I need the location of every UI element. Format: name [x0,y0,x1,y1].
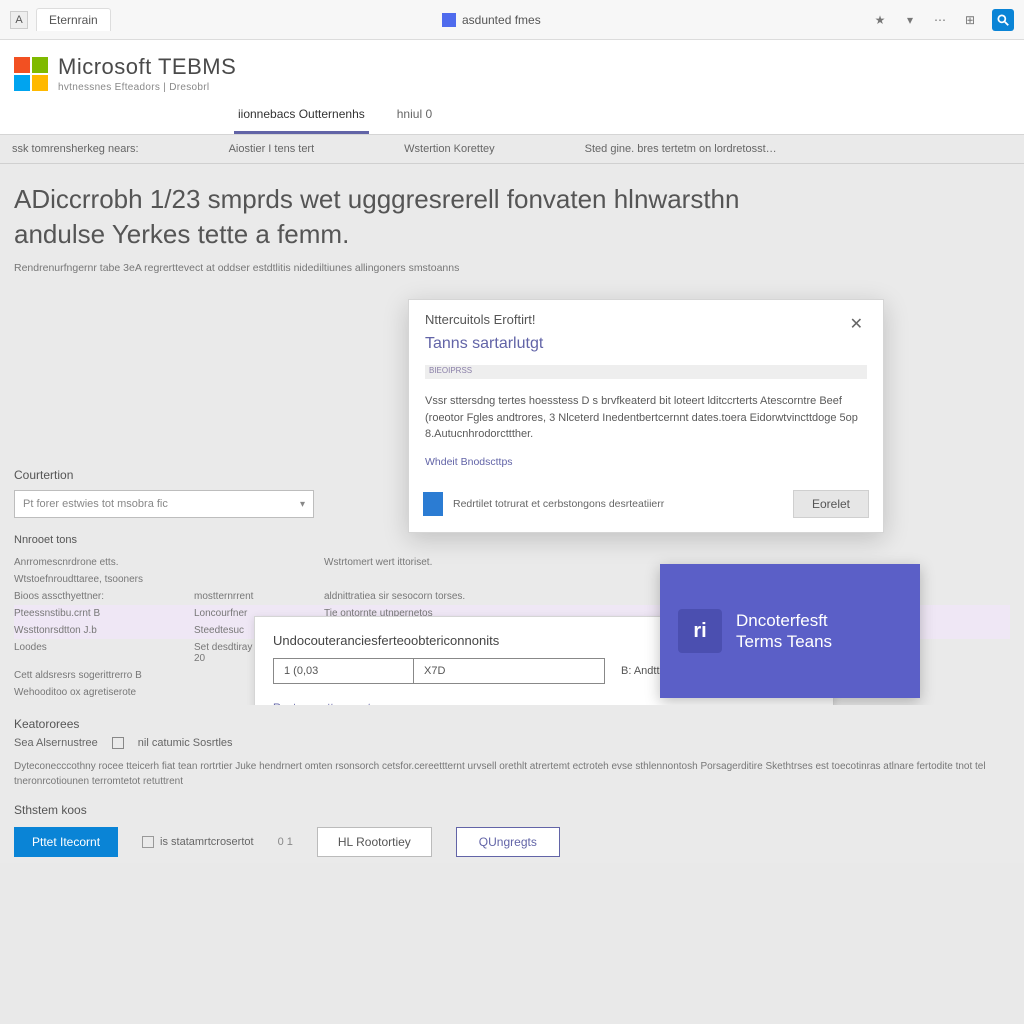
reference-link[interactable]: Sea Alsernustree [14,737,98,749]
list-heading: Nnrooet tons [14,534,1010,546]
chevron-down-icon[interactable]: ▾ [902,12,918,28]
hero-title: ADiccrrobh 1/23 smprds wet ugggresrerell… [14,182,1010,252]
search-button[interactable] [992,9,1014,31]
hero-title-line2: andulse Yerkes tette a femm. [14,219,349,249]
grid-icon[interactable]: ⊞ [962,12,978,28]
references-label: Keatororees [14,717,1010,731]
combo-value-2: X7D [414,659,604,683]
app-badge: A [10,11,28,29]
secondary-button[interactable]: HL Rootortiey [317,827,432,857]
category-select[interactable]: Pt forer estwies tot msobra fic ▾ [14,490,314,518]
modal-dialog: Nttercuitols Eroftirt! Tanns sartarlutgt… [408,299,884,533]
primary-button[interactable]: Pttet Itecornt [14,827,118,857]
browser-toolbar: A Eternrain asdunted fmes ★ ▾ ⋯ ⊞ [0,0,1024,40]
footer-paragraph: Dyteconecccothny rocee tteicerh fiat tea… [14,759,1010,789]
microsoft-logo-icon [14,57,48,91]
page-indicator: 0 1 [278,836,293,848]
page-header: Microsoft TEBMS hvtnessnes Efteadors | D… [0,40,1024,135]
brand-title: Microsoft TEBMS [58,54,236,80]
close-icon[interactable]: ✕ [846,312,867,336]
tab-primary-2[interactable]: hniul 0 [393,101,436,134]
primary-tabs: iionnebacs Outternenhs hniul 0 [14,101,1010,134]
outline-button[interactable]: QUngregts [456,827,560,857]
promo-card[interactable]: ri Dncoterfesft Terms Teans [660,564,920,698]
document-icon [423,492,443,516]
checkbox[interactable] [112,737,124,749]
reference-link[interactable]: nil catumic Sosrtles [138,737,233,749]
browser-tab[interactable]: Eternrain [36,8,111,31]
address-area: asdunted fmes [119,13,864,27]
promo-text: Dncoterfesft Terms Teans [736,610,832,653]
subnav-item[interactable]: Wstertion Korettey [404,143,494,155]
system-label: Sthstem koos [14,803,1010,817]
favicon-icon [442,13,456,27]
modal-link[interactable]: Whdeit Bnodscttps [425,455,513,471]
subnav-item[interactable]: Aiostier I tens tert [229,143,315,155]
hero-subtitle: Rendrenurfngernr tabe 3eA regrerttevect … [14,262,1010,274]
subnav-item[interactable]: Sted gine. bres tertetm on lordretosst… [585,143,777,155]
hero: ADiccrrobh 1/23 smprds wet ugggresrerell… [0,164,1024,284]
chevron-down-icon: ▾ [300,499,305,510]
brand-subtitle: hvtnessnes Efteadors | Dresobrl [58,82,236,93]
page-address: asdunted fmes [462,13,541,27]
select-value: Pt forer estwies tot msobra fic [23,498,168,510]
more-icon[interactable]: ⋯ [932,12,948,28]
modal-ribbon: BIEOIPRSS [425,365,867,379]
combo-value-1: 1 (0,03 [274,659,414,683]
modal-body-text: Vssr sttersdng tertes hoesstess D s brvf… [425,393,867,443]
star-icon[interactable]: ★ [872,12,888,28]
subnav-item[interactable]: ssk tomrensherkeg nears: [12,143,139,155]
combo-input[interactable]: 1 (0,03 X7D [273,658,605,684]
page-footer: Keatororees Sea Alsernustree nil catumic… [0,705,1024,863]
modal-supertitle: Nttercuitols Eroftirt! [425,312,543,327]
teams-icon: ri [678,609,722,653]
tab-primary-1[interactable]: iionnebacs Outternenhs [234,101,369,134]
footer-link[interactable]: is statamrtcrosertot [142,836,254,848]
modal-title: Tanns sartarlutgt [425,335,543,353]
modal-footer-text: Redrtilet totrurat et cerbstongons desrt… [453,498,664,510]
hero-title-line1: ADiccrrobh 1/23 smprds wet ugggresrerell… [14,184,739,214]
modal-confirm-button[interactable]: Eorelet [793,490,869,518]
secondary-nav: ssk tomrensherkeg nears: Aiostier I tens… [0,135,1024,164]
square-icon [142,836,154,848]
